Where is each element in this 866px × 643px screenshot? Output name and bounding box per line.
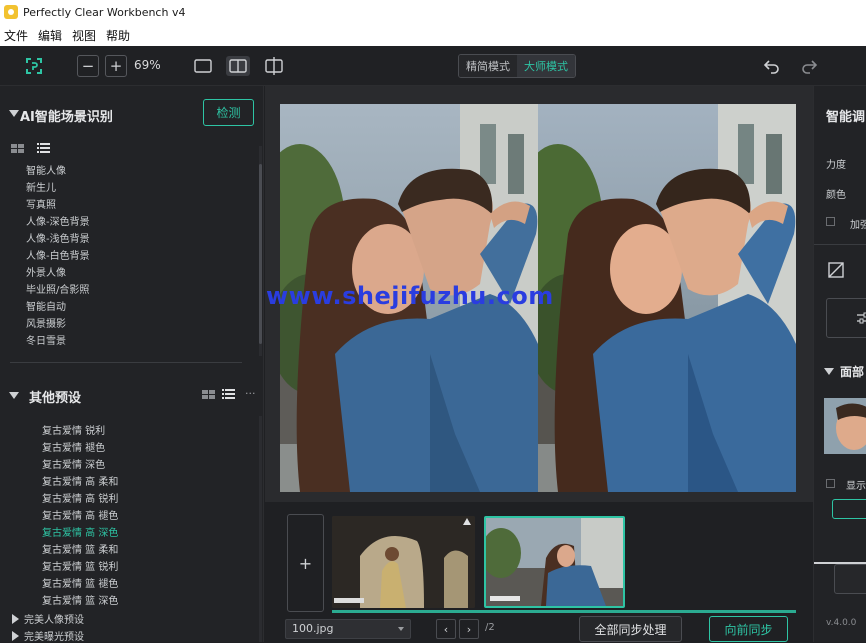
other-section-title: 其他预设 [29,391,82,406]
expand-group-icon[interactable] [12,631,19,641]
face-section-title: 面部 [840,365,865,379]
expand-group-icon[interactable] [12,614,19,624]
window-titlebar: Perfectly Clear Workbench v4 [0,0,866,24]
detect-button[interactable]: 检测 [203,99,254,126]
list-item[interactable]: 复古爱情 篮 深色 [42,593,118,610]
preset-group-exposure[interactable]: 完美曝光预设 [24,628,84,643]
face-thumbnail[interactable] [824,398,866,454]
list-item[interactable]: 复古爱情 锐利 [42,423,118,440]
grid-view-icon[interactable] [202,390,215,403]
action-button[interactable] [834,564,866,594]
list-item[interactable]: 写真照 [26,197,90,214]
menu-bar: 文件 编辑 视图 帮助 [0,24,866,46]
strength-label: 力度 [826,160,846,171]
color-label: 颜色 [826,190,846,201]
enhance-label: 加强 [850,220,866,231]
menu-edit[interactable]: 编辑 [34,27,68,44]
list-item[interactable]: 复古爱情 褪色 [42,440,118,457]
sync-all-button[interactable]: 全部同步处理 [579,616,682,642]
app-logo-icon [4,5,18,19]
enhanced-image [538,104,796,492]
zoom-level: 69% [134,58,161,72]
ai-scene-list: 智能人像 新生儿 写真照 人像-深色背景 人像-浅色背景 人像-白色背景 外景人… [26,163,90,350]
watermark-text: www.shejifuzhu.com [266,282,554,310]
enhance-checkbox[interactable] [826,217,835,226]
collapse-other-section-icon[interactable] [9,392,19,399]
split-view-icon[interactable] [263,56,285,76]
right-panel-title: 智能调 [826,110,866,125]
list-item[interactable]: 复古爱情 高 锐利 [42,491,118,508]
list-view-icon[interactable] [37,143,50,157]
menu-view[interactable]: 视图 [68,27,102,44]
menu-file[interactable]: 文件 [0,27,34,44]
list-item-active[interactable]: 复古爱情 高 深色 [42,525,118,542]
list-view-icon[interactable] [222,389,235,403]
list-item[interactable]: 冬日雪景 [26,333,90,350]
list-item[interactable]: 风景摄影 [26,316,90,333]
left-panel: AI智能场景识别 检测 智能人像 新生儿 写真照 人像-深色背景 人像-浅色背景… [0,86,264,643]
sliders-icon [857,312,866,327]
list-item[interactable]: 人像-浅色背景 [26,231,90,248]
side-by-side-view-icon[interactable] [226,56,250,76]
master-mode-tab[interactable]: 大师模式 [517,55,575,77]
thumbnail-2-selected[interactable] [484,516,625,608]
show-label: 显示 [846,481,866,492]
window-title: Perfectly Clear Workbench v4 [23,5,186,19]
crop-frame-icon[interactable] [24,56,44,76]
list-item[interactable]: 智能人像 [26,163,90,180]
preset-group-portrait[interactable]: 完美人像预设 [24,611,84,626]
preset-list-scrollbar[interactable] [259,416,262,642]
collapse-ai-section-icon[interactable] [9,110,19,117]
list-item[interactable]: 外景人像 [26,265,90,282]
list-item[interactable]: 新生儿 [26,180,90,197]
list-item[interactable]: 复古爱情 高 柔和 [42,474,118,491]
sync-forward-button[interactable]: 向前同步 [709,616,788,642]
compare-icon[interactable] [828,262,844,281]
more-options-button[interactable]: ··· [245,387,256,400]
right-panel: 智能调 力度 颜色 加强 面部 显示 v.4.0.0 [813,86,866,642]
thumbnail-flag-icon [463,518,471,525]
list-item[interactable]: 人像-白色背景 [26,248,90,265]
toolbar: − + 69% 精简模式 大师模式 [0,46,866,86]
mode-switch: 精简模式 大师模式 [458,54,576,78]
list-item[interactable]: 智能自动 [26,299,90,316]
simple-mode-tab[interactable]: 精简模式 [459,55,517,77]
list-item[interactable]: 人像-深色背景 [26,214,90,231]
zoom-out-button[interactable]: − [77,55,99,77]
list-item[interactable]: 复古爱情 篮 褪色 [42,576,118,593]
section-divider [814,244,866,245]
face-apply-button[interactable] [832,499,866,519]
ai-list-scroll-thumb[interactable] [259,164,262,344]
prev-image-button[interactable]: ‹ [436,619,456,639]
preset-list: 复古爱情 锐利 复古爱情 褪色 复古爱情 深色 复古爱情 高 柔和 复古爱情 高… [42,423,118,610]
next-image-button[interactable]: › [459,619,479,639]
panel-separator [814,562,866,564]
status-bar: 100.jpg ‹ › /2 全部同步处理 向前同步 [265,614,813,642]
menu-help[interactable]: 帮助 [102,27,136,44]
list-item[interactable]: 复古爱情 高 褪色 [42,508,118,525]
show-checkbox[interactable] [826,479,835,488]
ai-section-title: AI智能场景识别 [20,110,113,125]
list-item[interactable]: 复古爱情 篮 锐利 [42,559,118,576]
list-item[interactable]: 复古爱情 深色 [42,457,118,474]
filmstrip-scrollbar[interactable] [332,610,796,613]
undo-icon[interactable] [762,56,782,76]
list-item[interactable]: 复古爱情 篮 柔和 [42,542,118,559]
zoom-in-button[interactable]: + [105,55,127,77]
add-image-button[interactable]: + [287,514,324,612]
image-count: /2 [485,622,495,633]
version-label: v.4.0.0 [826,618,857,628]
collapse-face-section-icon[interactable] [824,368,834,375]
section-divider [10,362,242,363]
single-view-icon[interactable] [192,56,214,76]
filmstrip: + [265,502,813,614]
list-item[interactable]: 毕业照/合影照 [26,282,90,299]
redo-icon[interactable] [799,56,819,76]
adjust-button[interactable] [826,298,866,338]
grid-view-icon[interactable] [11,144,24,157]
file-select[interactable]: 100.jpg [285,619,411,639]
thumbnail-1[interactable] [332,516,475,608]
